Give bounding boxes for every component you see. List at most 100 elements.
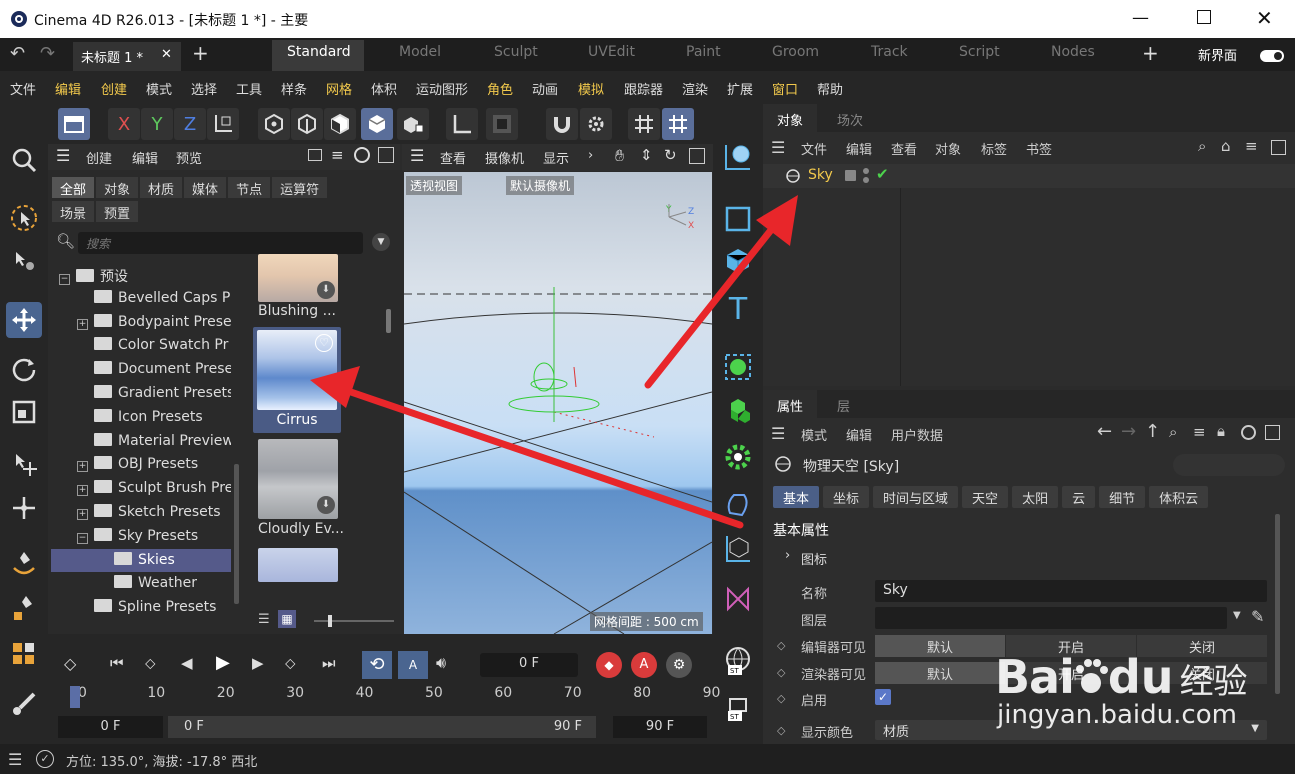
- window-icon[interactable]: [308, 149, 322, 161]
- generator-icon[interactable]: [719, 348, 757, 386]
- move-tool-icon[interactable]: [6, 302, 42, 338]
- filter-icon[interactable]: ≡: [331, 146, 344, 164]
- coordinate-system-icon[interactable]: [207, 108, 239, 140]
- layout-groom[interactable]: Groom: [772, 44, 819, 60]
- filter-tab-2[interactable]: 材质: [140, 177, 183, 198]
- sound-icon[interactable]: 🔊︎: [436, 653, 446, 673]
- editor-vis-default[interactable]: 默认: [875, 635, 1005, 657]
- enable-checkbox[interactable]: ✓: [875, 689, 891, 705]
- camera-object-icon[interactable]: [719, 580, 757, 618]
- search-tool-icon[interactable]: [6, 142, 42, 178]
- attr-subtab-0[interactable]: 基本: [773, 486, 820, 508]
- collapse-icon[interactable]: −: [77, 532, 88, 544]
- forward-arrow-icon[interactable]: →: [1121, 421, 1136, 442]
- view-name-label[interactable]: 透视视图: [406, 176, 463, 195]
- attr-subtab-3[interactable]: 天空: [962, 486, 1009, 508]
- attr-subtab-4[interactable]: 太阳: [1012, 486, 1059, 508]
- tree-item[interactable]: Material Preview: [51, 430, 231, 453]
- text-object-icon[interactable]: T: [719, 290, 757, 328]
- render-visibility-dot[interactable]: [863, 177, 869, 183]
- back-arrow-icon[interactable]: ←: [1097, 421, 1112, 442]
- snap-magnet-icon[interactable]: [546, 108, 578, 140]
- expand-icon[interactable]: +: [77, 509, 88, 520]
- next-key-icon[interactable]: ⬦: [285, 654, 296, 672]
- tree-item[interactable]: Icon Presets: [51, 406, 231, 429]
- range-slider[interactable]: 0 F 90 F: [168, 716, 596, 738]
- auto-record-icon[interactable]: A: [631, 652, 657, 678]
- tab-layers[interactable]: 层: [823, 390, 864, 418]
- filter-tab-0[interactable]: 全部: [52, 177, 95, 198]
- menu-item-5[interactable]: 工具: [236, 79, 262, 98]
- tree-item[interactable]: + Sketch Presets: [51, 501, 231, 524]
- filter-tab-1[interactable]: 对象: [96, 177, 139, 198]
- collapse-icon[interactable]: −: [59, 274, 70, 285]
- null-axis-icon[interactable]: [719, 530, 757, 568]
- current-frame-field[interactable]: 0 F: [480, 653, 578, 677]
- list-view-icon[interactable]: ☰: [258, 612, 270, 627]
- layout-standard[interactable]: Standard: [287, 44, 351, 60]
- attr-subtab-6[interactable]: 细节: [1099, 486, 1146, 508]
- cloner-icon[interactable]: [719, 392, 757, 430]
- redo-icon[interactable]: ↷: [40, 43, 55, 64]
- menu-item-14[interactable]: 渲染: [682, 79, 708, 98]
- object-menu-object[interactable]: 对象: [935, 139, 961, 158]
- workplane-grid-icon[interactable]: [662, 108, 694, 140]
- favorite-heart-icon[interactable]: ♡: [315, 334, 333, 352]
- menu-item-4[interactable]: 选择: [191, 79, 217, 98]
- layout-toggle[interactable]: [1260, 50, 1284, 62]
- keyframe-diamond-icon[interactable]: ◇: [777, 666, 785, 679]
- loop-icon[interactable]: ⟲: [362, 651, 392, 679]
- attr-scrollbar[interactable]: [1275, 514, 1280, 694]
- pan-hand-icon[interactable]: ✋︎: [615, 146, 624, 166]
- tree-item[interactable]: + OBJ Presets: [51, 453, 231, 476]
- menu-item-2[interactable]: 创建: [101, 79, 127, 98]
- object-mode-icon[interactable]: [361, 108, 393, 140]
- target-icon[interactable]: [354, 147, 370, 163]
- tree-item[interactable]: Color Swatch Pr: [51, 334, 231, 357]
- menu-item-1[interactable]: 编辑: [55, 79, 81, 98]
- menu-item-13[interactable]: 跟踪器: [624, 79, 663, 98]
- home-icon[interactable]: ⌂: [1221, 137, 1231, 155]
- layer-field[interactable]: [875, 607, 1227, 629]
- undo-icon[interactable]: ↶: [10, 43, 25, 64]
- subsection-icon[interactable]: 图标: [801, 549, 827, 568]
- tab-objects[interactable]: 对象: [763, 104, 818, 132]
- up-arrow-icon[interactable]: ↑: [1145, 421, 1160, 442]
- object-search-icon[interactable]: ⌕: [1198, 137, 1206, 155]
- points-mode-icon[interactable]: [258, 108, 290, 140]
- tab-takes[interactable]: 场次: [823, 104, 877, 132]
- model-mode-icon[interactable]: [58, 108, 90, 140]
- new-tab-button[interactable]: +: [192, 41, 209, 65]
- object-menu-icon[interactable]: ☰: [771, 138, 785, 157]
- go-to-end-icon[interactable]: ⏭: [322, 654, 336, 672]
- asset-menu-edit[interactable]: 编辑: [132, 148, 158, 167]
- primitive-cube-icon[interactable]: [719, 242, 757, 280]
- start-frame-field[interactable]: 0 F: [58, 716, 163, 738]
- hamburger-menu-icon[interactable]: ☰: [56, 146, 70, 165]
- chevron-right-icon[interactable]: ›: [785, 548, 790, 563]
- maximize-button[interactable]: [1197, 10, 1211, 24]
- object-filter-icon[interactable]: ≡: [1245, 137, 1258, 155]
- layout-model[interactable]: Model: [399, 44, 441, 60]
- snap-settings-icon[interactable]: [580, 108, 612, 140]
- menu-item-0[interactable]: 文件: [10, 79, 36, 98]
- menu-item-3[interactable]: 模式: [146, 79, 172, 98]
- grid-icon[interactable]: [628, 108, 660, 140]
- download-icon[interactable]: ⬇: [317, 496, 335, 514]
- object-expand-icon[interactable]: [1271, 140, 1286, 155]
- tab-attributes[interactable]: 属性: [763, 390, 818, 418]
- deformer-icon[interactable]: [719, 486, 757, 524]
- axis-y-lock-icon[interactable]: Y: [141, 108, 173, 140]
- transform-tool-icon[interactable]: [6, 446, 42, 482]
- layout-nodes[interactable]: Nodes: [1051, 44, 1095, 60]
- attr-filter-icon[interactable]: ≡: [1193, 423, 1206, 441]
- close-tab-icon[interactable]: ✕: [161, 47, 172, 62]
- axis-x-lock-icon[interactable]: X: [108, 108, 140, 140]
- thumb-cirrus[interactable]: ♡: [257, 330, 337, 410]
- thumb-cloudly[interactable]: ⬇: [258, 439, 338, 519]
- filter-tab-row2-1[interactable]: 预置: [96, 201, 139, 222]
- attr-menu-mode[interactable]: 模式: [801, 425, 827, 444]
- maximize-view-icon[interactable]: [689, 148, 705, 164]
- scale-tool-icon[interactable]: [6, 394, 42, 430]
- attr-search-icon[interactable]: ⌕: [1169, 423, 1177, 441]
